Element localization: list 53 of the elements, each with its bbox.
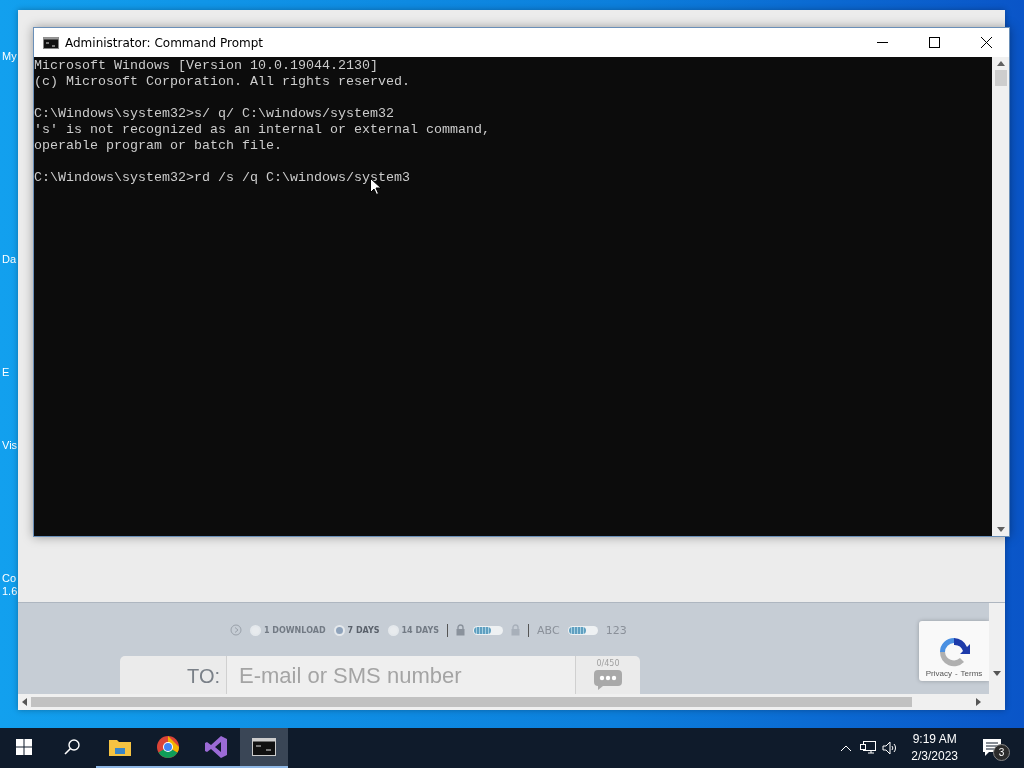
format-switch[interactable] <box>567 625 598 635</box>
scroll-right-icon[interactable] <box>976 698 981 706</box>
vertical-scrollbar[interactable] <box>989 603 1005 694</box>
date-text: 2/3/2023 <box>911 748 958 765</box>
studio-icon <box>204 735 228 759</box>
scroll-left-icon[interactable] <box>22 698 27 706</box>
taskbar-app[interactable] <box>240 728 288 768</box>
console-line: (c) Microsoft Corporation. All rights reserved. <box>34 74 410 90</box>
close-icon <box>980 37 992 48</box>
privacy-link[interactable]: Privacy <box>925 669 952 678</box>
console-line: C:\Windows\system32>rd /s /q C:\windows/system3 <box>34 170 410 186</box>
desktop-icon-label: My <box>1 50 18 63</box>
lock-icon <box>456 624 466 636</box>
network-icon <box>860 741 877 755</box>
scroll-down-icon[interactable] <box>996 527 1005 532</box>
expiry-option[interactable]: 7 DAYS <box>333 624 380 636</box>
window-title: Administrator: Command Prompt <box>65 35 264 50</box>
scroll-up-icon[interactable] <box>996 61 1005 66</box>
notifications-button[interactable]: 3 <box>968 728 1016 768</box>
vertical-scrollbar[interactable] <box>992 57 1009 536</box>
desktop-icon-label: Co <box>1 572 18 585</box>
link-separator: - <box>954 669 958 678</box>
time-text: 9:19 AM <box>912 731 957 748</box>
desktop-icon-label: Da <box>1 253 18 266</box>
chevron-up-icon <box>840 744 853 752</box>
scroll-down-icon[interactable] <box>993 671 1001 676</box>
scroll-thumb[interactable] <box>994 70 1007 86</box>
character-counter: 0/450 <box>596 659 620 668</box>
console-line: 's' is not recognized as an internal or external command, <box>34 122 490 138</box>
terminal-icon <box>43 36 59 49</box>
to-label: TO: <box>186 663 221 689</box>
terms-link[interactable]: Terms <box>960 669 983 678</box>
clock[interactable]: 9:19 AM 2/3/2023 <box>901 728 968 768</box>
folder-icon <box>108 737 132 757</box>
windows-icon <box>16 739 32 755</box>
notification-count: 3 <box>993 744 1010 761</box>
password-switch[interactable] <box>473 625 504 635</box>
browser-icon <box>156 735 180 759</box>
desktop-icon-label: Vis <box>1 439 18 452</box>
maximize-icon <box>928 37 940 48</box>
lock-icon <box>511 624 521 636</box>
console-line: operable program or batch file. <box>34 138 282 154</box>
horizontal-scrollbar[interactable] <box>18 694 1005 710</box>
console-line: C:\Windows\system32>s/ q/ C:\windows/system32 <box>34 106 394 122</box>
recipient-field[interactable]: E-mail or SMS number <box>226 656 576 694</box>
terminal-icon <box>252 738 276 756</box>
text-format-label: ABC <box>537 623 560 637</box>
search-icon <box>64 739 80 755</box>
desktop-icon-label: E <box>1 366 11 379</box>
console-line: Microsoft Windows [Version 10.0.19044.2130] <box>34 58 378 74</box>
desktop-icon-label: 1.6 <box>1 585 18 598</box>
number-format-label: 123 <box>605 623 627 637</box>
speaker-icon <box>882 741 899 755</box>
